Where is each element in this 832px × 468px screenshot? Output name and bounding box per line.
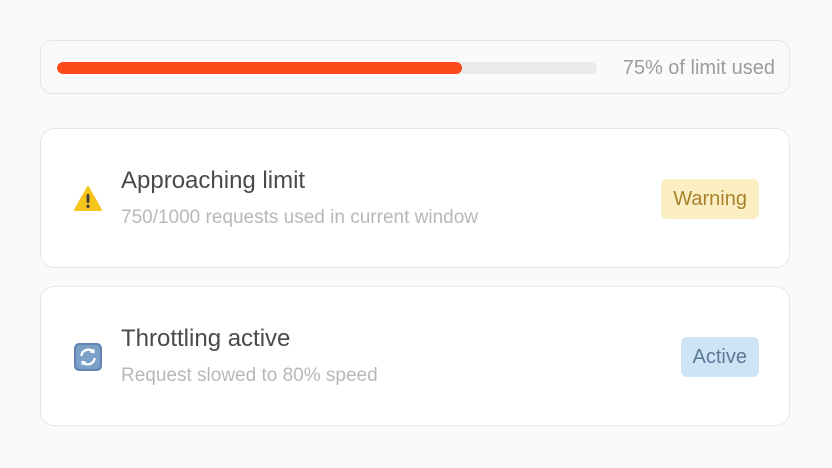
usage-progress-bar — [57, 62, 597, 74]
alert-title: Approaching limit — [121, 167, 306, 194]
warning-triangle-icon — [73, 184, 103, 214]
usage-card: 75% of limit used — [40, 40, 790, 94]
alert-card-approaching-limit: Approaching limit 750/1000 requests used… — [40, 128, 790, 268]
alert-subtitle: Request slowed to 80% speed — [121, 365, 378, 386]
rate-limit-panel: 75% of limit used Approaching limit 750/… — [0, 0, 832, 468]
alert-subtitle: 750/1000 requests used in current window — [121, 207, 479, 228]
status-badge-warning: Warning — [661, 179, 759, 219]
usage-label: 75% of limit used — [622, 57, 775, 79]
alert-card-throttling-active: Throttling active Request slowed to 80% … — [40, 286, 790, 426]
status-badge-active: Active — [680, 337, 759, 377]
refresh-cycle-icon — [73, 342, 103, 372]
usage-progress-fill — [57, 62, 462, 74]
alert-title: Throttling active — [121, 325, 291, 352]
